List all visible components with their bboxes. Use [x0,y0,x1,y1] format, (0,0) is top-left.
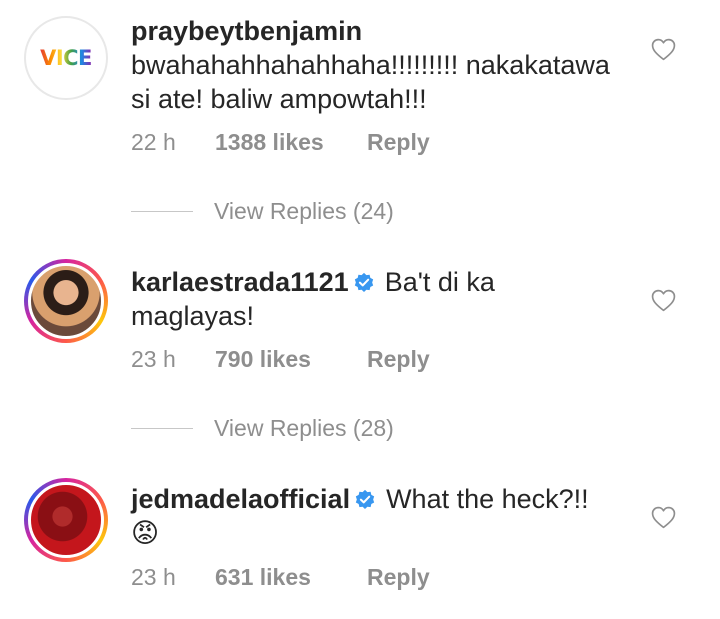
comment-username[interactable]: praybeytbenjamin [131,16,362,46]
avatar[interactable] [24,259,108,343]
avatar[interactable] [24,478,108,562]
comment-body: karlaestrada1121 Ba't di ka maglayas! [131,265,630,333]
verified-badge-icon [354,272,373,292]
comment-likes[interactable]: 1388 likes [215,129,367,156]
avatar[interactable]: VICE [24,16,108,100]
comment-text-line: What the heck?!! [386,484,589,514]
comment-username[interactable]: karlaestrada1121 [131,267,349,297]
divider [131,428,193,429]
view-replies-label: View Replies (24) [214,198,394,224]
comment-likes[interactable]: 631 likes [215,564,367,591]
comment-meta: 23 h 631 likes Reply [131,564,430,591]
comment-username[interactable]: jedmadelaofficial [131,484,350,514]
comment-timestamp: 23 h [131,346,176,372]
comment-text-line: maglayas! [131,301,255,331]
angry-emoji: 😡 [131,518,160,548]
comment-text-line: Ba't di ka [384,267,495,297]
comment-body: jedmadelaofficial What the heck?!! 😡 [131,482,630,550]
divider [131,211,193,212]
view-replies-label: View Replies (28) [214,415,394,441]
reply-button[interactable]: Reply [367,129,430,156]
verified-badge-icon [355,489,375,509]
view-replies-button[interactable]: View Replies (28) [131,415,394,442]
comment-likes[interactable]: 790 likes [215,346,367,373]
comment-text-line: bwahahahhahahhaha!!!!!!!!! nakakatawa [131,50,610,80]
reply-button[interactable]: Reply [367,564,430,591]
heart-outline-icon[interactable] [651,38,676,61]
comment-text-line: si ate! baliw ampowtah!!! [131,84,427,114]
comment-meta: 23 h 790 likes Reply [131,346,430,373]
comment-meta: 22 h 1388 likes Reply [131,129,430,156]
comment-timestamp: 23 h [131,564,176,590]
comment-body: praybeytbenjamin bwahahahhahahhaha!!!!!!… [131,14,630,116]
vice-logo: VICE [40,46,92,70]
view-replies-button[interactable]: View Replies (24) [131,198,394,225]
heart-outline-icon[interactable] [651,289,676,312]
heart-outline-icon[interactable] [651,506,676,529]
reply-button[interactable]: Reply [367,346,430,373]
comment-timestamp: 22 h [131,129,176,155]
